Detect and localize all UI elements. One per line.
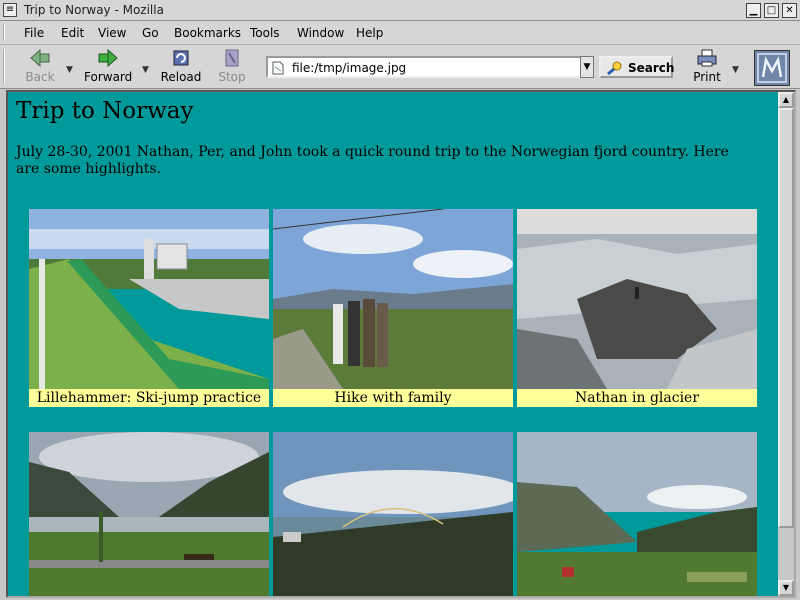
stop-label: Stop (218, 70, 246, 84)
search-icon (607, 61, 622, 76)
stop-icon (225, 49, 239, 67)
url-bar[interactable]: file:/tmp/image.jpg (266, 56, 582, 78)
search-label: Search (628, 61, 675, 75)
menu-bookmarks[interactable]: Bookmarks (174, 26, 241, 40)
url-text[interactable]: file:/tmp/image.jpg (292, 61, 406, 75)
print-button[interactable]: Print (692, 48, 722, 84)
url-history-dropdown[interactable]: ▼ (580, 56, 594, 78)
ski-jump-photo[interactable] (29, 209, 269, 389)
back-history-dropdown[interactable]: ▼ (66, 65, 73, 75)
menubar-grip[interactable] (3, 24, 11, 41)
scroll-up-button[interactable]: ▲ (778, 92, 794, 108)
stop-button[interactable]: Stop (216, 48, 248, 84)
back-label: Back (25, 70, 55, 84)
forward-label: Forward (84, 70, 133, 84)
menu-go[interactable]: Go (142, 26, 159, 40)
vertical-scrollbar[interactable]: ▲ ▼ (778, 92, 794, 596)
photo-caption: Lillehammer: Ski-jump practice (29, 389, 269, 407)
page-intro: July 28-30, 2001 Nathan, Per, and John t… (16, 144, 729, 177)
glacier-photo[interactable] (517, 209, 757, 389)
menu-help[interactable]: Help (356, 26, 383, 40)
close-button[interactable]: ✕ (782, 3, 797, 18)
printer-icon (697, 49, 717, 67)
photo-cell: Lillehammer: Ski-jump practice (29, 209, 269, 407)
print-label: Print (693, 70, 721, 84)
reload-label: Reload (160, 70, 202, 84)
mozilla-logo-icon[interactable] (754, 50, 790, 86)
fjord-valley-photo[interactable] (29, 432, 269, 596)
photo-cell: Nathan in glacier (517, 209, 757, 407)
mountain-village-photo[interactable] (517, 432, 757, 596)
photo-caption: Hike with family (273, 389, 513, 407)
menu-tools[interactable]: Tools (250, 26, 280, 40)
family-hike-photo[interactable] (273, 209, 513, 389)
window-menu-icon[interactable]: ≡ (3, 3, 17, 17)
page-icon (272, 61, 284, 75)
scroll-down-button[interactable]: ▼ (778, 580, 794, 596)
menu-view[interactable]: View (98, 26, 126, 40)
toolbar-grip[interactable] (3, 49, 11, 85)
forward-button[interactable]: Forward (84, 48, 132, 84)
menu-file[interactable]: File (24, 26, 44, 40)
menu-window[interactable]: Window (297, 26, 344, 40)
print-dropdown[interactable]: ▼ (732, 65, 739, 75)
photo-cell (273, 432, 513, 596)
menu-edit[interactable]: Edit (61, 26, 84, 40)
photo-cell: Hike with family (273, 209, 513, 407)
scroll-thumb[interactable] (778, 108, 794, 528)
back-button[interactable]: Back (24, 48, 56, 84)
forward-history-dropdown[interactable]: ▼ (142, 65, 149, 75)
menu-bar: File Edit View Go Bookmarks Tools Window… (0, 21, 800, 45)
search-button[interactable]: Search (599, 56, 675, 78)
minimize-button[interactable]: ▁ (746, 3, 761, 18)
photo-caption: Nathan in glacier (517, 389, 757, 407)
window-title: Trip to Norway - Mozilla (24, 3, 164, 17)
reload-button[interactable]: Reload (160, 48, 202, 84)
page-content: Trip to Norway July 28-30, 2001 Nathan, … (8, 92, 778, 596)
photo-cell (517, 432, 757, 596)
page-heading: Trip to Norway (16, 98, 194, 124)
navigation-toolbar: Back ▼ Forward ▼ Reload Stop file:/tmp/i… (0, 45, 800, 89)
maximize-button[interactable]: □ (764, 3, 779, 18)
forward-arrow-icon (98, 48, 118, 68)
fjord-rainbow-photo[interactable] (273, 432, 513, 596)
reload-icon (173, 50, 189, 66)
back-arrow-icon (30, 48, 50, 68)
window-titlebar: ≡ Trip to Norway - Mozilla ▁ □ ✕ (0, 0, 800, 21)
photo-cell (29, 432, 269, 596)
